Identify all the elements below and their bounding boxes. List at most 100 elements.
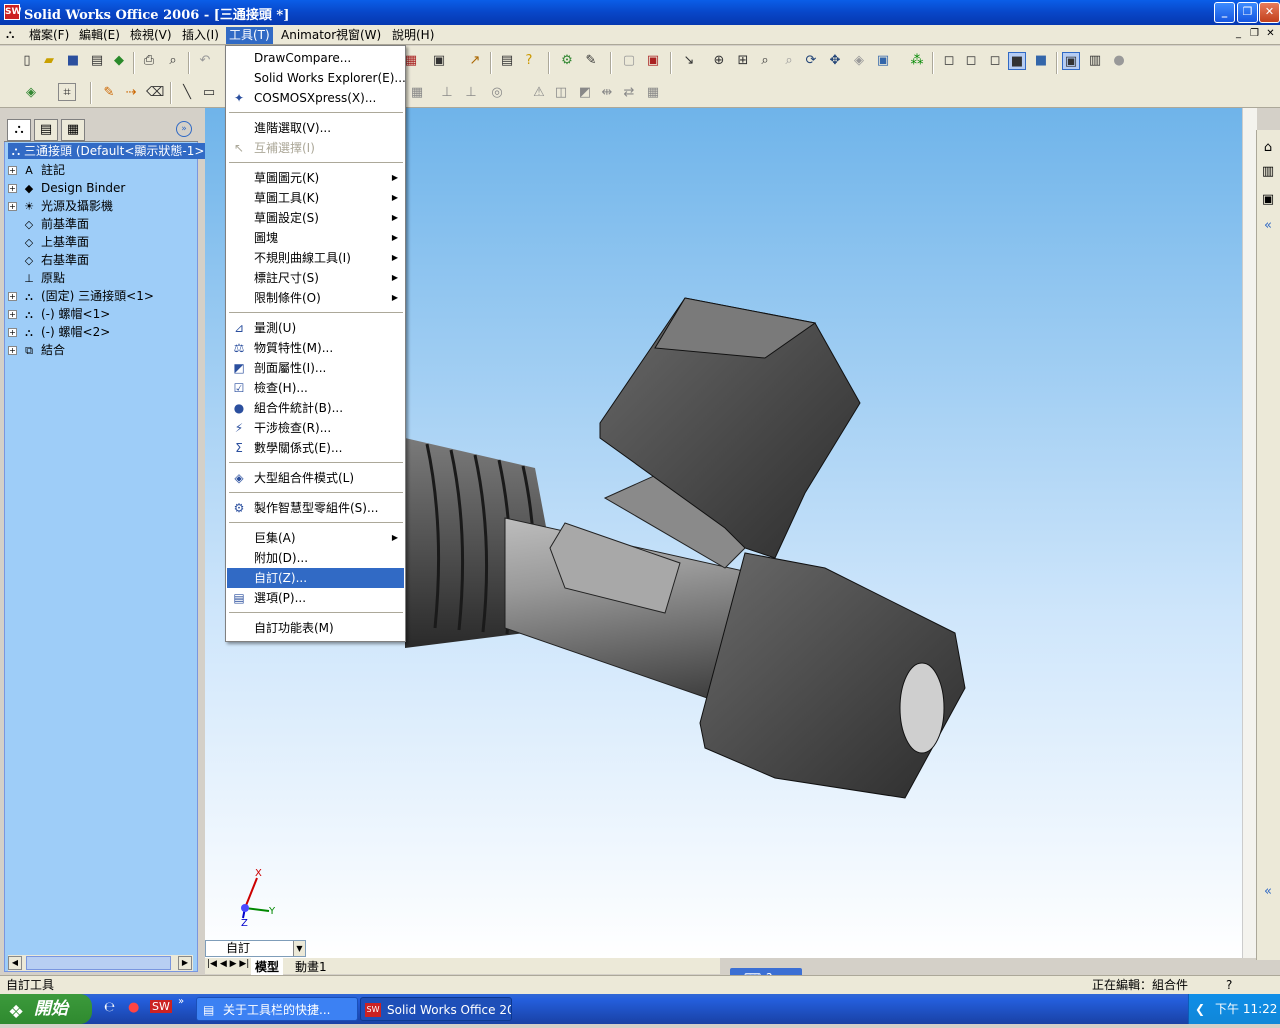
menu-item[interactable]: ☑ 檢查(H)...	[227, 378, 404, 398]
ie-icon[interactable]: ℮	[104, 1000, 115, 1015]
mate-icon[interactable]: ⌗	[58, 83, 76, 101]
mdi-restore-button[interactable]: ❐	[1248, 28, 1261, 41]
menu-edit[interactable]: 編輯(E)	[76, 27, 123, 44]
perspective-icon[interactable]: ▥	[1086, 52, 1104, 70]
feature-tree-tab-icon[interactable]: ⛬	[7, 119, 31, 141]
zoom-area-icon[interactable]: ⊞	[734, 52, 752, 70]
shaded-with-edges-icon[interactable]: ■	[1008, 52, 1026, 70]
make-assembly-icon[interactable]: ◆	[110, 52, 128, 70]
file-properties-icon[interactable]: ▤	[498, 52, 516, 70]
dim-xpert-icon[interactable]: ⚙	[558, 52, 576, 70]
configuration-manager-tab-icon[interactable]: ▦	[61, 119, 85, 141]
menu-item[interactable]: ● 組合件統計(B)...	[227, 398, 404, 418]
menu-item[interactable]: ✦ COSMOSXpress(X)...	[227, 88, 404, 108]
make-drawing-icon[interactable]: ▤	[88, 52, 106, 70]
browser-icon[interactable]: ●	[128, 1000, 139, 1015]
mirror-icon[interactable]: ⇹	[598, 84, 616, 102]
select-filter-icon[interactable]: ↘	[680, 52, 698, 70]
instant3d-icon[interactable]: ✎	[582, 52, 600, 70]
edit-component-icon[interactable]: ◩	[576, 84, 594, 102]
menu-window[interactable]: 視窗(W)	[333, 27, 384, 44]
tree-item[interactable]: + ⛬ (-) 螺帽<1>	[8, 305, 110, 323]
select-icon[interactable]: ↗	[466, 52, 484, 70]
rotate-icon[interactable]: ⟳	[802, 52, 820, 70]
print-icon[interactable]: ⎙	[140, 52, 158, 70]
insert-component-icon[interactable]: ◈	[22, 84, 40, 102]
print-preview-icon[interactable]: ⌕	[164, 52, 182, 70]
task-button-solidworks[interactable]: SW Solid Works Office 20...	[360, 997, 512, 1021]
3d-drawing-view-icon[interactable]: ⁂	[908, 52, 926, 70]
expand-icon[interactable]: +	[8, 328, 17, 337]
menu-item[interactable]: 巨集(A) ▶	[227, 528, 404, 548]
rectangle-icon[interactable]: ▭	[200, 84, 218, 102]
solidworks-app-icon[interactable]: SW	[4, 4, 21, 20]
menu-item[interactable]: 進階選取(V)...	[227, 118, 404, 138]
tree-item[interactable]: + ⛬ (-) 螺帽<2>	[8, 323, 110, 341]
task-button-doc[interactable]: ▤ 关于工具栏的快捷...	[196, 997, 358, 1021]
previous-view-icon[interactable]: ▢	[620, 52, 638, 70]
menu-item[interactable]: 不規則曲線工具(I) ▶	[227, 248, 404, 268]
tray-arrow-icon[interactable]: ❮	[1195, 994, 1205, 1024]
menu-item[interactable]: ◩ 剖面屬性(I)...	[227, 358, 404, 378]
vertical-scrollbar[interactable]	[1242, 108, 1257, 958]
line-icon[interactable]: ╲	[178, 84, 196, 102]
tab-model[interactable]: 模型	[251, 958, 284, 975]
help-icon[interactable]: ?	[520, 52, 538, 70]
menu-item[interactable]: ◈ 大型組合件模式(L)	[227, 468, 404, 488]
expand-icon[interactable]: +	[8, 202, 17, 211]
design-library-icon[interactable]: ▥	[1258, 162, 1278, 182]
expand-icon[interactable]: +	[8, 346, 17, 355]
status-help-icon[interactable]: ?	[1226, 976, 1232, 994]
eraser-icon[interactable]: ⌫	[146, 84, 164, 102]
menu-file[interactable]: 檔案(F)	[26, 27, 72, 44]
tree-item[interactable]: + ⧉ 結合	[8, 341, 65, 359]
expand-icon[interactable]: +	[8, 184, 17, 193]
clock[interactable]: 下午 11:22	[1215, 994, 1277, 1024]
menu-view[interactable]: 檢視(V)	[127, 27, 175, 44]
menu-item[interactable]: 標註尺寸(S) ▶	[227, 268, 404, 288]
zoom-to-fit-icon[interactable]: ⊕	[710, 52, 728, 70]
expand-icon[interactable]: +	[8, 310, 17, 319]
smart-fastener-icon[interactable]: ◎	[488, 84, 506, 102]
new-icon[interactable]: ▯	[18, 52, 36, 70]
hidden-lines-removed-icon[interactable]: ◻	[986, 52, 1004, 70]
menu-item[interactable]: ⚖ 物質特性(M)...	[227, 338, 404, 358]
tree-item[interactable]: + ☀ 光源及攝影機	[8, 197, 113, 215]
menu-item[interactable]: 限制條件(O) ▶	[227, 288, 404, 308]
zoom-in-out-icon[interactable]: ⌕	[756, 52, 774, 70]
config-combo[interactable]: 自訂 ▼	[205, 940, 306, 957]
pattern-icon[interactable]: ▦	[644, 84, 662, 102]
menu-item[interactable]: 草圖圖元(K) ▶	[227, 168, 404, 188]
menu-item[interactable]: ⚙ 製作智慧型零組件(S)...	[227, 498, 404, 518]
scroll-thumb[interactable]	[26, 956, 171, 970]
file-explorer-icon[interactable]: ▣	[1258, 190, 1278, 210]
warning-icon[interactable]: ⚠	[530, 84, 548, 102]
realview-icon[interactable]: ●	[1110, 52, 1128, 70]
tree-item[interactable]: + ⛬ (固定) 三通接頭<1>	[8, 287, 154, 305]
menu-item[interactable]: 自訂(Z)...	[227, 568, 404, 588]
solidworks-quicklaunch-icon[interactable]: SW	[150, 1000, 172, 1013]
menu-item[interactable]: 附加(D)...	[227, 548, 404, 568]
tree-item[interactable]: +◇上基準面	[8, 233, 89, 251]
sketch-icon[interactable]: ✎	[100, 84, 118, 102]
expand-pane-icon[interactable]: «	[1258, 216, 1278, 236]
expand-pane-bottom-icon[interactable]: «	[1258, 882, 1278, 902]
scroll-right-icon[interactable]: ▶	[178, 956, 192, 970]
shadows-icon[interactable]: ▣	[1062, 52, 1080, 70]
menu-item[interactable]: 自訂功能表(M)	[227, 618, 404, 638]
roll-view-icon[interactable]: ◈	[850, 52, 868, 70]
menu-item[interactable]: 草圖設定(S) ▶	[227, 208, 404, 228]
mdi-close-button[interactable]: ✕	[1264, 28, 1277, 41]
chevron-down-icon[interactable]: ▼	[293, 941, 305, 956]
undo-icon[interactable]: ↶	[196, 52, 214, 70]
menu-item[interactable]: Σ 數學關係式(E)...	[227, 438, 404, 458]
menu-help[interactable]: 說明(H)	[389, 27, 437, 44]
options-icon[interactable]: ▣	[430, 52, 448, 70]
collapse-icon[interactable]: »	[176, 121, 192, 137]
start-button[interactable]: ❖ 開始	[0, 994, 92, 1024]
tree-item[interactable]: + ◆ Design Binder	[8, 179, 125, 197]
grid-icon[interactable]: ▦	[408, 84, 426, 102]
menu-item[interactable]: Solid Works Explorer(E)...	[227, 68, 406, 88]
menu-item[interactable]: 草圖工具(K) ▶	[227, 188, 404, 208]
menu-item[interactable]: ⚡ 干涉檢查(R)...	[227, 418, 404, 438]
